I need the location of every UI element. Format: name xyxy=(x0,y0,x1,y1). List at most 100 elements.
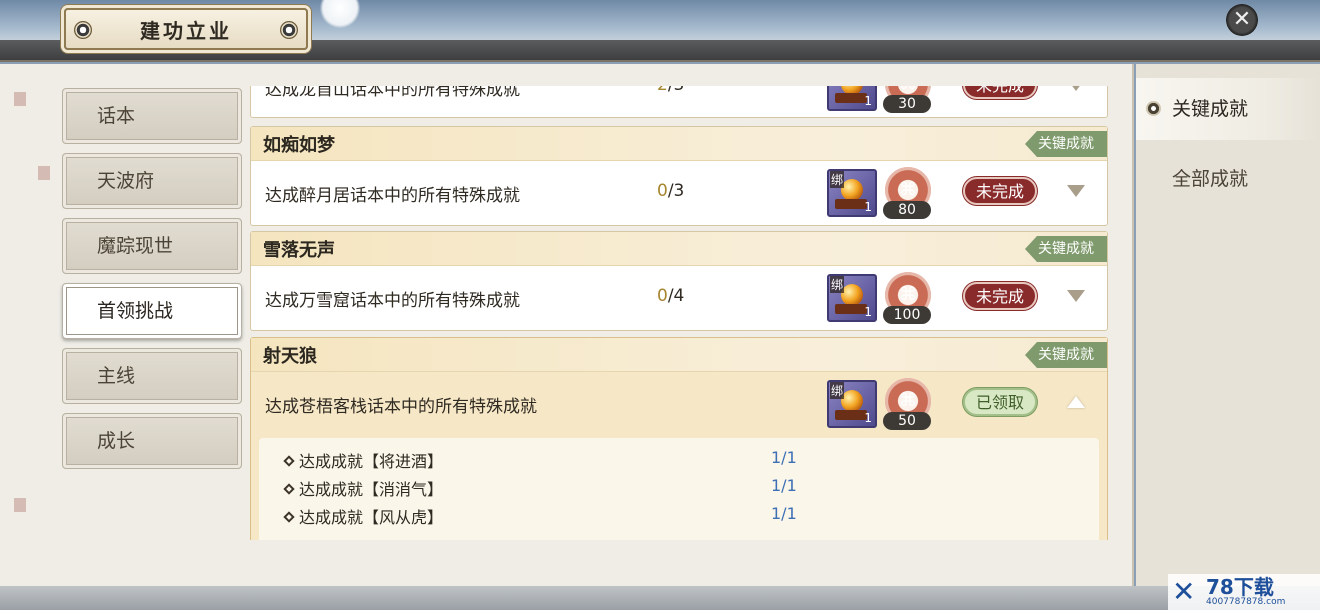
status-button[interactable]: 未完成 xyxy=(963,86,1037,99)
calligraphy-decoration xyxy=(10,84,54,514)
progress-current: 2 xyxy=(657,86,668,95)
achievement-body: 达成龙首山话本中的所有特殊成就 2/3 1 ⌘ 30 未完成 xyxy=(251,86,1107,117)
status-button[interactable]: 已领取 xyxy=(963,388,1037,416)
bind-label: 绑 xyxy=(830,382,845,399)
sub-achievement-row: 达成成就【将进酒】 xyxy=(283,448,444,472)
progress-current: 0 xyxy=(657,286,668,306)
window-title: 建功立业 xyxy=(140,18,232,43)
coin-amount: 100 xyxy=(883,306,931,324)
achievement-progress: 0/4 xyxy=(657,286,684,306)
achievement-card: 达成龙首山话本中的所有特殊成就 2/3 1 ⌘ 30 未完成 xyxy=(250,86,1108,118)
pedestal-icon xyxy=(835,304,867,314)
achievement-body: 达成苍梧客栈话本中的所有特殊成就 绑 1 ⌘ 50 已领取 xyxy=(251,372,1107,434)
sub-achievement-row: 达成成就【风从虎】 xyxy=(283,504,444,528)
item-count: 1 xyxy=(864,200,872,214)
selected-bullet-icon xyxy=(1146,101,1161,116)
bind-label: 绑 xyxy=(830,171,845,188)
progress-current: 0 xyxy=(657,181,668,201)
key-achievement-tag: 关键成就 xyxy=(1025,131,1107,157)
tab-key-achievements[interactable]: 关键成就 xyxy=(1136,78,1320,140)
achievement-desc: 达成万雪窟话本中的所有特殊成就 xyxy=(265,291,520,311)
reward-item-icon[interactable]: 绑 1 xyxy=(827,169,877,217)
orb-icon xyxy=(841,179,863,201)
close-icon: ✕ xyxy=(1232,7,1252,32)
bind-label: 绑 xyxy=(830,276,845,293)
sub-achievement-progress: 1/1 xyxy=(771,448,797,467)
achievement-body: 达成万雪窟话本中的所有特殊成就 0/4 绑 1 ⌘ 100 未完成 xyxy=(251,266,1107,328)
menu-item-tianbofu[interactable]: 天波府 xyxy=(62,153,242,209)
sub-achievement-label: 达成成就【消消气】 xyxy=(299,480,444,499)
menu-item-zhuxian[interactable]: 主线 xyxy=(62,348,242,404)
key-achievement-tag: 关键成就 xyxy=(1025,342,1107,368)
status-button[interactable]: 未完成 xyxy=(963,282,1037,310)
achievement-header: 雪落无声 关键成就 xyxy=(251,232,1107,266)
status-button[interactable]: 未完成 xyxy=(963,177,1037,205)
menu-item-shoulingtiaozhan[interactable]: 首领挑战 xyxy=(62,283,242,339)
achievement-body: 达成醉月居话本中的所有特殊成就 0/3 绑 1 ⌘ 80 未完成 xyxy=(251,161,1107,223)
diamond-bullet-icon xyxy=(283,511,295,523)
close-button[interactable]: ✕ xyxy=(1226,4,1258,36)
diamond-bullet-icon xyxy=(283,483,295,495)
seal-decoration xyxy=(14,92,26,106)
menu-item-huaben[interactable]: 话本 xyxy=(62,88,242,144)
expand-arrow-icon[interactable] xyxy=(1067,290,1085,302)
pedestal-icon xyxy=(835,410,867,420)
coin-amount: 50 xyxy=(883,412,931,430)
reward-item-icon[interactable]: 绑 1 xyxy=(827,380,877,428)
achievement-header: 射天狼 关键成就 xyxy=(251,338,1107,372)
progress-total: /3 xyxy=(667,181,685,201)
orb-icon xyxy=(841,390,863,412)
coin-amount: 80 xyxy=(883,201,931,219)
achievement-card-expanded: 射天狼 关键成就 达成苍梧客栈话本中的所有特殊成就 绑 1 ⌘ 50 已领取 达… xyxy=(250,337,1108,540)
expand-arrow-icon[interactable] xyxy=(1067,185,1085,197)
achievement-desc: 达成苍梧客栈话本中的所有特殊成就 xyxy=(265,397,537,417)
achievement-list[interactable]: 达成龙首山话本中的所有特殊成就 2/3 1 ⌘ 30 未完成 如痴如梦 关键成就… xyxy=(250,86,1108,540)
ornament-icon xyxy=(74,21,92,39)
progress-total: /4 xyxy=(667,286,685,306)
ornament-icon xyxy=(280,21,298,39)
pedestal-icon xyxy=(835,93,867,103)
progress-total: /3 xyxy=(668,86,685,95)
watermark-url: 4007787878.com xyxy=(1206,597,1286,607)
achievement-progress: 2/3 xyxy=(657,86,684,95)
item-count: 1 xyxy=(864,305,872,319)
diamond-bullet-icon xyxy=(283,455,295,467)
sub-achievement-progress: 1/1 xyxy=(771,504,797,523)
achievement-progress: 0/3 xyxy=(657,181,684,201)
achievement-desc: 达成龙首山话本中的所有特殊成就 xyxy=(265,86,520,100)
reward-item-icon[interactable]: 1 xyxy=(827,86,877,111)
achievement-title: 雪落无声 xyxy=(263,240,335,261)
right-tab-panel: 关键成就 全部成就 xyxy=(1136,64,1320,586)
seal-decoration xyxy=(38,166,50,180)
achievement-desc: 达成醉月居话本中的所有特殊成就 xyxy=(265,186,520,206)
coin-amount: 30 xyxy=(883,95,931,113)
sub-achievement-label: 达成成就【风从虎】 xyxy=(299,508,444,527)
item-count: 1 xyxy=(864,411,872,425)
expand-arrow-icon[interactable] xyxy=(1067,86,1085,91)
tab-all-achievements[interactable]: 全部成就 xyxy=(1136,148,1320,210)
tab-label: 全部成就 xyxy=(1172,168,1249,190)
collapse-arrow-icon[interactable] xyxy=(1067,396,1085,408)
site-watermark: ✕ 78下载 4007787878.com xyxy=(1168,574,1320,610)
bottom-frame-bar xyxy=(0,586,1320,610)
achievement-title: 如痴如梦 xyxy=(263,135,335,156)
watermark-logo-icon: ✕ xyxy=(1172,575,1196,608)
seal-decoration xyxy=(14,498,26,512)
window-title-plate: 建功立业 xyxy=(64,8,308,50)
achievement-header: 如痴如梦 关键成就 xyxy=(251,127,1107,161)
item-count: 1 xyxy=(864,94,872,108)
orb-icon xyxy=(841,284,863,306)
sub-achievement-row: 达成成就【消消气】 xyxy=(283,476,444,500)
reward-item-icon[interactable]: 绑 1 xyxy=(827,274,877,322)
watermark-brand: 78下载 xyxy=(1206,575,1274,599)
menu-item-chengzhang[interactable]: 成长 xyxy=(62,413,242,469)
sub-achievement-progress: 1/1 xyxy=(771,476,797,495)
achievement-card: 如痴如梦 关键成就 达成醉月居话本中的所有特殊成就 0/3 绑 1 ⌘ 80 未… xyxy=(250,126,1108,226)
pedestal-icon xyxy=(835,199,867,209)
achievement-card: 雪落无声 关键成就 达成万雪窟话本中的所有特殊成就 0/4 绑 1 ⌘ 100 … xyxy=(250,231,1108,331)
sub-achievement-label: 达成成就【将进酒】 xyxy=(299,452,444,471)
achievement-title: 射天狼 xyxy=(263,346,317,367)
tab-label: 关键成就 xyxy=(1172,98,1249,120)
menu-item-mozongxianshi[interactable]: 魔踪现世 xyxy=(62,218,242,274)
sub-achievement-list: 达成成就【将进酒】 1/1 达成成就【消消气】 1/1 达成成就【风从虎】 1/… xyxy=(259,438,1099,540)
